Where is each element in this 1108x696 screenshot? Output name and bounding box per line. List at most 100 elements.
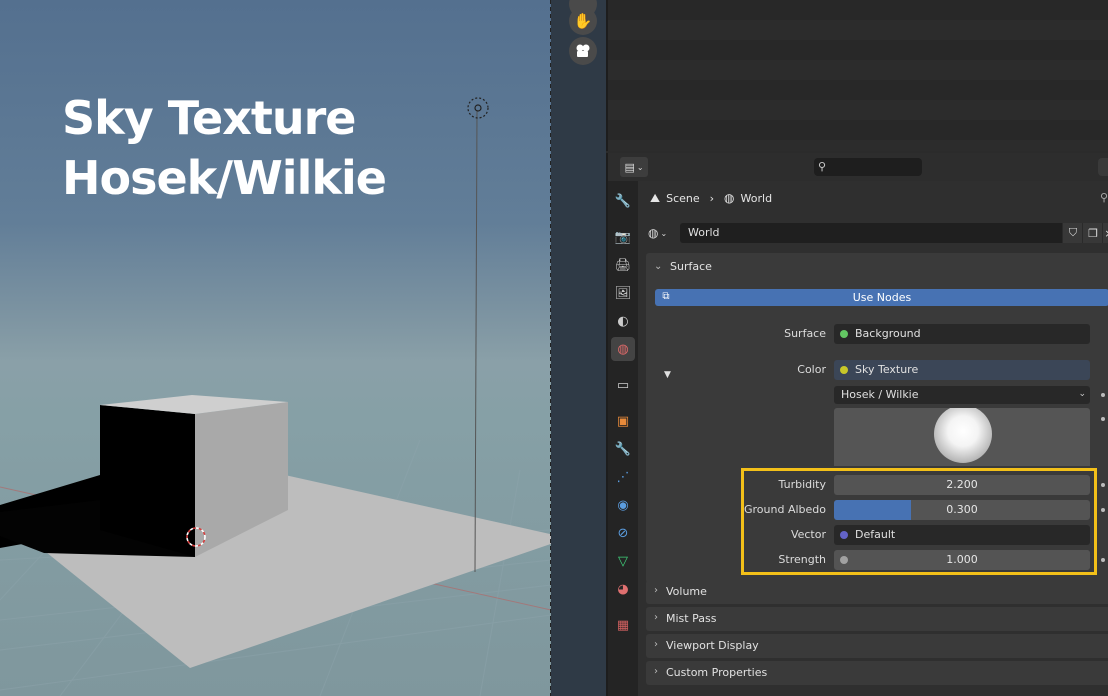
constraints-icon[interactable]: ⊘ <box>611 521 635 545</box>
viewport-display-panel-title: Viewport Display <box>666 639 759 652</box>
custom-properties-panel-title: Custom Properties <box>666 666 768 679</box>
turbidity-label: Turbidity <box>778 478 826 491</box>
ground-albedo-fill <box>834 500 911 520</box>
sky-preview <box>834 408 1090 466</box>
ground-albedo-value: 0.300 <box>946 503 978 516</box>
shader-socket-icon <box>840 330 848 338</box>
outliner-area[interactable] <box>606 0 1108 151</box>
surface-panel: ⌄ Surface ⧉ Use Nodes Surface Background… <box>646 253 1108 583</box>
chevron-right-icon: › <box>654 639 658 650</box>
chevron-right-icon: › <box>709 191 715 205</box>
camera-icon <box>576 44 590 57</box>
surface-shader-value: Background <box>855 327 921 340</box>
sky-type-dropdown[interactable]: Hosek / Wilkie ⌄ <box>834 386 1090 404</box>
chevron-down-icon: ⌄ <box>660 228 668 238</box>
color-socket-icon <box>840 366 848 374</box>
chevron-right-icon: › <box>654 585 658 596</box>
scene-icon[interactable]: ◐ <box>611 309 635 333</box>
node-tree-icon: ⧉ <box>662 291 670 302</box>
preview-sphere <box>934 408 992 463</box>
overlay-title-line1: Sky Texture <box>62 91 356 145</box>
object-icon[interactable]: ▣ <box>611 409 635 433</box>
volume-panel[interactable]: › Volume <box>646 580 1108 604</box>
mist-pass-panel-title: Mist Pass <box>666 612 717 625</box>
custom-properties-panel[interactable]: › Custom Properties <box>646 661 1108 685</box>
world-icon[interactable]: ◍ <box>611 337 635 361</box>
surface-label: Surface <box>784 327 826 340</box>
editor-type-button[interactable]: ▤ ⌄ <box>620 157 648 177</box>
float-socket-icon <box>840 556 848 564</box>
pin-icon[interactable]: ⚲ <box>1100 191 1108 204</box>
camera-view-button[interactable] <box>569 37 597 65</box>
ground-albedo-label: Ground Albedo <box>743 503 826 516</box>
editor-type-icon: ▤ <box>624 160 635 174</box>
tool-icon[interactable]: 🔧 <box>611 189 635 213</box>
close-icon: × <box>1104 227 1108 240</box>
breadcrumb-world[interactable]: World <box>741 192 773 205</box>
color-input-value: Sky Texture <box>855 363 919 376</box>
copy-icon: ❐ <box>1088 226 1098 240</box>
surface-panel-header[interactable]: ⌄ Surface <box>646 253 1108 279</box>
breadcrumb: ⛰ Scene › ◍ World <box>650 189 772 207</box>
navigation-strip <box>551 0 606 696</box>
vector-label: Vector <box>790 528 826 541</box>
use-nodes-label: Use Nodes <box>852 291 912 304</box>
chevron-down-icon: ⌄ <box>654 260 663 272</box>
overlay-title: Sky Texture Hosek/Wilkie <box>62 88 387 208</box>
animate-dot-icon[interactable] <box>1101 558 1105 562</box>
animate-dot-icon[interactable] <box>1101 417 1105 421</box>
hand-icon: ✋ <box>573 12 593 30</box>
mist-pass-panel[interactable]: › Mist Pass <box>646 607 1108 631</box>
sky-type-value: Hosek / Wilkie <box>841 388 919 401</box>
chevron-right-icon: › <box>654 612 658 623</box>
duplicate-button[interactable]: ❐ <box>1082 223 1103 243</box>
world-name-field[interactable]: World <box>680 223 1062 243</box>
viewport-display-panel[interactable]: › Viewport Display <box>646 634 1108 658</box>
pan-hand-button[interactable]: ✋ <box>569 7 597 35</box>
ground-albedo-slider[interactable]: 0.300 <box>834 500 1090 520</box>
use-nodes-button[interactable]: ⧉ Use Nodes <box>655 289 1108 306</box>
scene-icon: ⛰ <box>650 190 661 205</box>
properties-tab-bar: 🔧 📷 🖨 🖼 ◐ ◍ ▭ ▣ 🔧 ⋰ ◉ ⊘ ▽ ◕ ▦ <box>608 181 638 696</box>
light-icon[interactable] <box>467 97 489 119</box>
overlay-title-line2: Hosek/Wilkie <box>62 151 387 205</box>
properties-content: ⛰ Scene › ◍ World ⚲ ◍ ⌄ World ⛉ ❐ × <box>638 181 1108 696</box>
world-icon: ◍ <box>724 191 735 205</box>
unlink-button[interactable]: × <box>1102 223 1108 243</box>
strength-field[interactable]: 1.000 <box>834 550 1090 570</box>
animate-dot-icon[interactable] <box>1101 393 1105 397</box>
strength-value: 1.000 <box>946 553 978 566</box>
animate-dot-icon[interactable] <box>1101 483 1105 487</box>
search-input[interactable]: ⚲ <box>814 158 922 176</box>
light-line <box>474 109 478 573</box>
fake-user-button[interactable]: ⛉ <box>1062 223 1083 243</box>
shield-icon: ⛉ <box>1068 226 1078 239</box>
animate-dot-icon[interactable] <box>1101 508 1105 512</box>
color-input-field[interactable]: Sky Texture <box>834 360 1090 380</box>
object-data-icon[interactable]: ▽ <box>611 549 635 573</box>
vector-input-field[interactable]: Default <box>834 525 1090 545</box>
output-icon[interactable]: 🖨 <box>611 253 635 277</box>
world-name-value: World <box>688 226 720 239</box>
world-browse-button[interactable]: ◍ ⌄ <box>648 223 678 243</box>
search-icon: ⚲ <box>818 160 827 173</box>
options-dropdown[interactable] <box>1098 158 1108 176</box>
chevron-right-icon: › <box>654 666 658 677</box>
turbidity-field[interactable]: 2.200 <box>834 475 1090 495</box>
modifier-icon[interactable]: 🔧 <box>611 437 635 461</box>
color-label: Color <box>797 363 826 376</box>
3d-viewport[interactable]: Sky Texture Hosek/Wilkie <box>0 0 551 696</box>
surface-panel-title: Surface <box>670 259 712 273</box>
vector-socket-icon <box>840 531 848 539</box>
surface-shader-field[interactable]: Background <box>834 324 1090 344</box>
turbidity-value: 2.200 <box>946 478 978 491</box>
properties-header: ▤ ⌄ ⚲ <box>608 153 1108 181</box>
texture-icon[interactable]: ▦ <box>611 613 635 637</box>
render-icon[interactable]: 📷 <box>611 225 635 249</box>
material-icon[interactable]: ◕ <box>611 577 635 601</box>
collection-icon[interactable]: ▭ <box>611 373 635 397</box>
view-layer-icon[interactable]: 🖼 <box>611 281 635 305</box>
world-icon: ◍ <box>648 226 659 240</box>
chevron-down-icon: ⌄ <box>1078 389 1086 399</box>
breadcrumb-scene[interactable]: Scene <box>666 192 700 205</box>
